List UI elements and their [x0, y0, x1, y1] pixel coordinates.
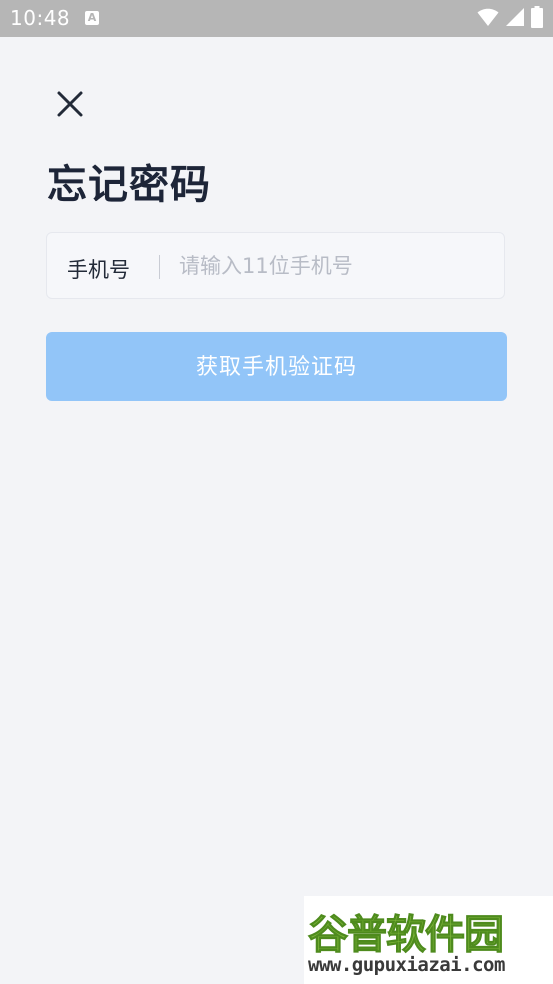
notification-a-icon: A	[85, 11, 99, 25]
status-icons	[477, 6, 543, 32]
watermark: 谷普软件园 www.gupuxiazai.com	[304, 896, 553, 984]
status-bar: 10:48 A	[0, 0, 553, 37]
watermark-title: 谷普软件园	[308, 912, 505, 959]
battery-icon	[531, 6, 543, 32]
status-time: 10:48	[10, 6, 71, 30]
get-verification-code-button[interactable]: 获取手机验证码	[46, 332, 507, 401]
phone-field[interactable]: 手机号	[46, 232, 505, 299]
phone-divider	[159, 255, 160, 279]
close-icon	[52, 91, 88, 126]
phone-label: 手机号	[67, 258, 130, 282]
signal-icon	[505, 7, 525, 31]
phone-input[interactable]	[179, 249, 489, 283]
wifi-icon	[477, 7, 499, 31]
page-title: 忘记密码	[47, 162, 211, 208]
watermark-url: www.gupuxiazai.com	[308, 954, 505, 976]
close-button[interactable]	[52, 86, 88, 122]
